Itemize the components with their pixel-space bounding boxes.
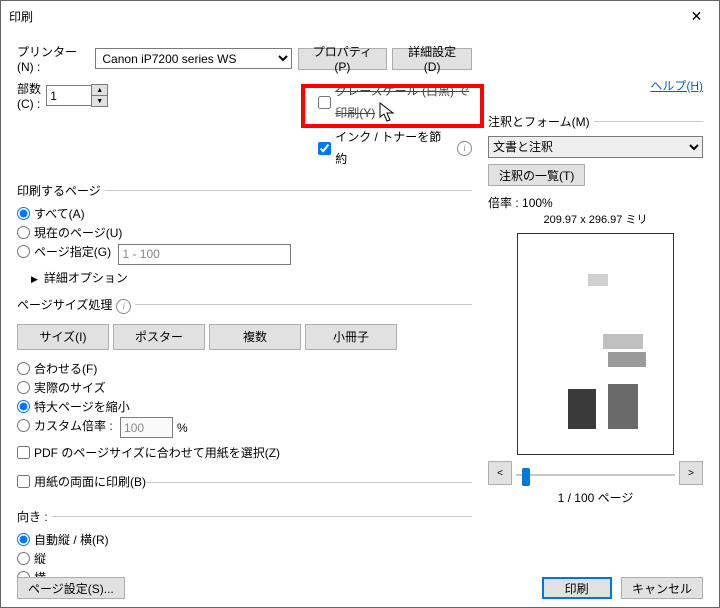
printer-select[interactable]: Canon iP7200 series WS [95,48,292,69]
page-slider[interactable] [516,462,675,484]
preview-dimensions: 209.97 x 296.97 ミリ [488,211,703,227]
copies-spinner[interactable]: ▲▼ [91,84,108,107]
printer-label: プリンター(N) : [17,43,91,74]
copies-label: 部数(C) : [17,80,42,111]
pages-current-radio[interactable] [17,226,30,239]
choose-paper-label: PDF のページサイズに合わせて用紙を選択(Z) [34,444,280,461]
info-icon[interactable]: i [457,141,472,156]
pages-range-input[interactable] [118,244,291,265]
scale-label: 倍率 : [488,196,519,210]
duplex-label: 用紙の両面に印刷(B) [34,473,146,490]
size-shrink-radio[interactable] [17,400,30,413]
annot-list-button[interactable]: 注釈の一覧(T) [488,164,585,186]
percent-label: % [177,421,188,435]
close-button[interactable]: ✕ [674,1,719,31]
tab-multiple[interactable]: 複数 [209,324,301,350]
size-custom-label: カスタム倍率 : [34,417,113,434]
cancel-button[interactable]: キャンセル [621,577,703,599]
print-button[interactable]: 印刷 [542,577,612,599]
save-ink-label: インク / トナーを節約 [335,126,453,170]
orient-auto-label: 自動縦 / 横(R) [34,531,109,548]
prev-page-button[interactable]: < [488,461,512,485]
size-custom-radio[interactable] [17,419,30,432]
cursor-icon [379,102,395,122]
properties-button[interactable]: プロパティ(P) [298,48,387,70]
pages-current-label: 現在のページ(U) [34,224,122,241]
size-fit-label: 合わせる(F) [34,360,97,377]
pages-range-label: ページ指定(G) [34,243,111,260]
pages-legend: 印刷するページ [17,182,105,199]
sizing-legend: ページサイズ処理 [17,298,112,312]
page-setup-button[interactable]: ページ設定(S)... [17,577,125,599]
orientation-legend: 向き : [17,508,52,525]
pages-all-radio[interactable] [17,207,30,220]
info-icon[interactable]: i [116,299,131,314]
tab-size[interactable]: サイズ(I) [17,324,109,350]
caret-down-icon: ▼ [91,95,108,107]
annot-select[interactable]: 文書と注釈 [488,136,703,158]
next-page-button[interactable]: > [679,461,703,485]
advanced-settings-button[interactable]: 詳細設定(D) [392,48,472,70]
tab-booklet[interactable]: 小冊子 [305,324,397,350]
pages-advanced-toggle[interactable]: 詳細オプション [31,269,472,286]
size-fit-radio[interactable] [17,362,30,375]
caret-up-icon: ▲ [91,84,108,95]
tab-poster[interactable]: ポスター [113,324,205,350]
size-actual-label: 実際のサイズ [34,379,106,396]
duplex-checkbox[interactable] [17,475,30,488]
orient-portrait-label: 縦 [34,550,46,567]
scale-value: 100% [522,196,553,210]
size-shrink-label: 特大ページを縮小 [34,398,130,415]
preview-page [517,233,674,455]
choose-paper-checkbox[interactable] [17,446,30,459]
page-info: 1 / 100 ページ [488,489,703,506]
pages-all-label: すべて(A) [34,205,85,222]
orient-auto-radio[interactable] [17,533,30,546]
copies-input[interactable] [46,85,92,106]
slider-thumb[interactable] [522,468,530,486]
help-link[interactable]: ヘルプ(H) [650,77,703,94]
window-title: 印刷 [9,8,33,25]
annot-legend: 注釈とフォーム(M) [488,113,594,130]
size-actual-radio[interactable] [17,381,30,394]
custom-scale-input [120,417,173,438]
pages-range-radio[interactable] [17,245,30,258]
save-ink-checkbox[interactable] [318,142,331,155]
orient-portrait-radio[interactable] [17,552,30,565]
